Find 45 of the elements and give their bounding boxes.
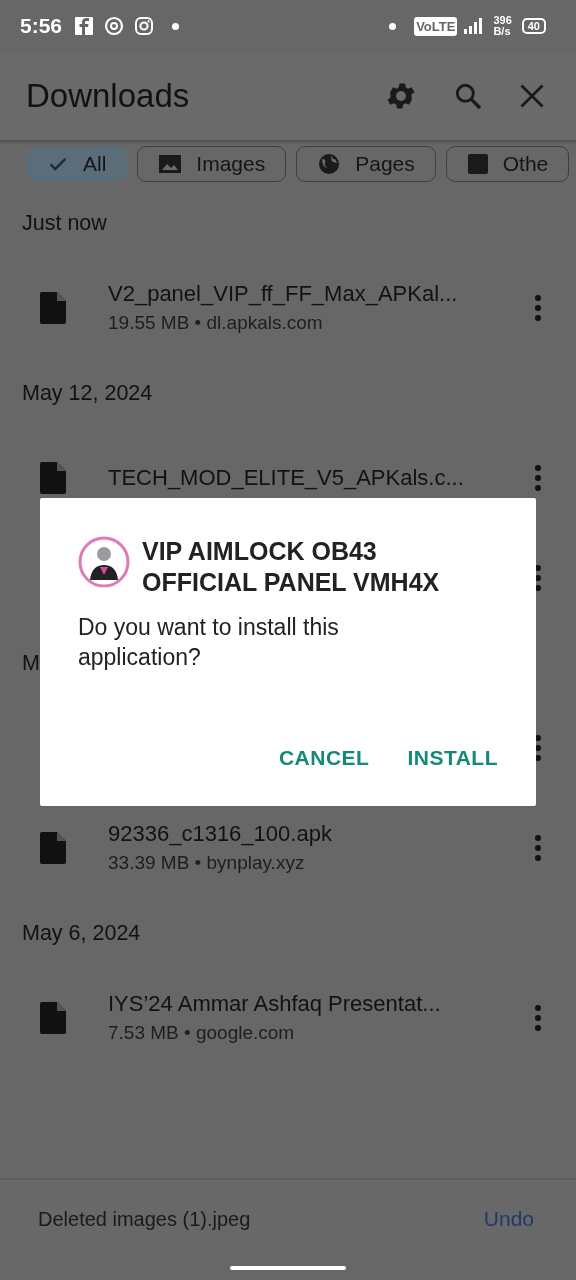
filter-chip[interactable]: Othe <box>445 146 570 182</box>
date-heading: Just now <box>22 210 107 236</box>
signal-icon <box>463 17 484 35</box>
square-icon <box>466 153 489 175</box>
file-name[interactable]: V2_panel_VIP_ff_FF_Max_APKal... <box>108 282 534 306</box>
notification-app-icon <box>74 16 95 36</box>
file-icon <box>40 1002 66 1034</box>
dialog-message: Do you want to install this application? <box>78 613 340 672</box>
ring-notification-icon <box>104 16 125 36</box>
page-title: Downloads <box>26 77 190 115</box>
filter-chip[interactable]: Images <box>137 146 287 182</box>
speed-unit: B/s <box>493 26 512 37</box>
date-heading: May 12, 2024 <box>22 380 153 406</box>
file-details: 19.55 MB • dl.apkals.com <box>108 312 324 334</box>
file-icon <box>40 832 66 864</box>
file-details: 33.39 MB • bynplay.xyz <box>108 852 306 874</box>
notification-dot-icon <box>172 22 180 30</box>
speed-value: 396 <box>493 15 512 26</box>
more-options-icon[interactable] <box>534 734 542 762</box>
dialog-button[interactable]: INSTALL <box>407 746 498 770</box>
file-icon <box>40 292 66 324</box>
home-handle[interactable] <box>230 1266 346 1270</box>
app-avatar-icon <box>78 536 130 588</box>
image-icon <box>158 153 183 175</box>
more-options-icon[interactable] <box>534 564 542 592</box>
battery-level: 40 <box>521 18 546 34</box>
globe-icon <box>317 152 342 176</box>
file-icon <box>40 462 66 494</box>
clock-time: 5:56 <box>20 14 63 38</box>
dialog-button[interactable]: CANCEL <box>278 746 370 770</box>
file-name[interactable]: TECH_MOD_ELITE_V5_APKals.c... <box>108 466 534 490</box>
network-badge: VoLTE <box>414 16 458 36</box>
date-heading: May 6, 2024 <box>22 920 141 946</box>
notification-dot-icon <box>389 22 397 30</box>
filter-chip[interactable]: All <box>26 146 128 182</box>
file-details: 7.53 MB • google.com <box>108 1022 296 1044</box>
date-heading: M <box>22 650 40 676</box>
file-name[interactable]: IYS’24 Ammar Ashfaq Presentat... <box>108 992 534 1016</box>
camera-app-icon <box>134 16 155 36</box>
snackbar-message: Deleted images (1).jpeg <box>38 1207 252 1231</box>
undo-button[interactable]: Undo <box>483 1207 534 1231</box>
filter-chip[interactable]: Pages <box>296 146 436 182</box>
dialog-title: VIP AIMLOCK OB43 OFFICIAL PANEL VMH4X <box>142 536 441 598</box>
file-name[interactable]: 92336_c1316_100.apk <box>108 822 534 846</box>
close-icon[interactable] <box>518 82 546 110</box>
